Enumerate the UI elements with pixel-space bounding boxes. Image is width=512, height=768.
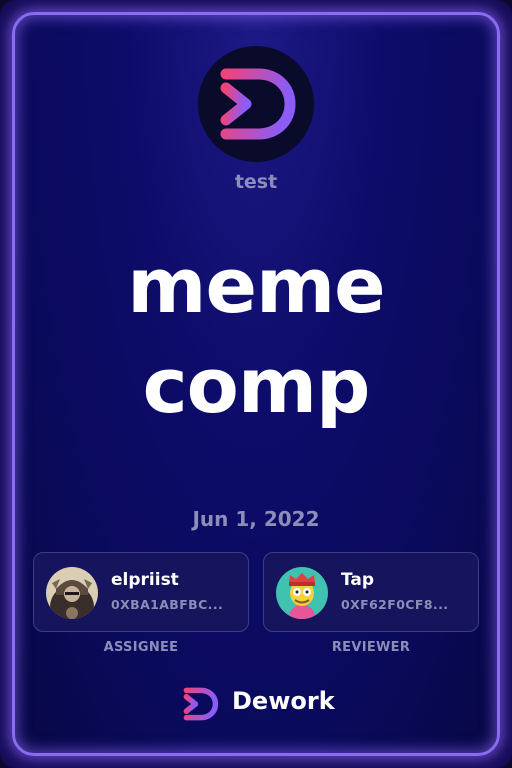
reviewer-address: 0XF62F0CF8... — [341, 597, 449, 612]
task-title: meme comp — [0, 236, 512, 436]
reviewer-avatar — [276, 567, 328, 619]
task-title-line-1: meme — [127, 241, 385, 330]
assignee-avatar — [46, 567, 98, 619]
brand-name: Dework — [232, 687, 335, 715]
organization-logo — [198, 46, 314, 162]
dework-logo-icon — [220, 68, 296, 140]
dework-brand-logo-icon — [183, 687, 219, 721]
reviewer-name: Tap — [341, 570, 375, 590]
task-date: Jun 1, 2022 — [192, 507, 320, 531]
organization-name: test — [234, 171, 278, 193]
task-title-line-2: comp — [142, 341, 371, 430]
assignee-card[interactable]: elpriist 0XBA1ABFBC... — [33, 552, 249, 632]
assignee-role-label: ASSIGNEE — [103, 640, 179, 655]
reviewer-card[interactable]: Tap 0XF62F0CF8... — [263, 552, 479, 632]
assignee-address: 0XBA1ABFBC... — [111, 597, 224, 612]
assignee-name: elpriist — [111, 570, 179, 590]
reviewer-role-label: REVIEWER — [331, 640, 411, 655]
